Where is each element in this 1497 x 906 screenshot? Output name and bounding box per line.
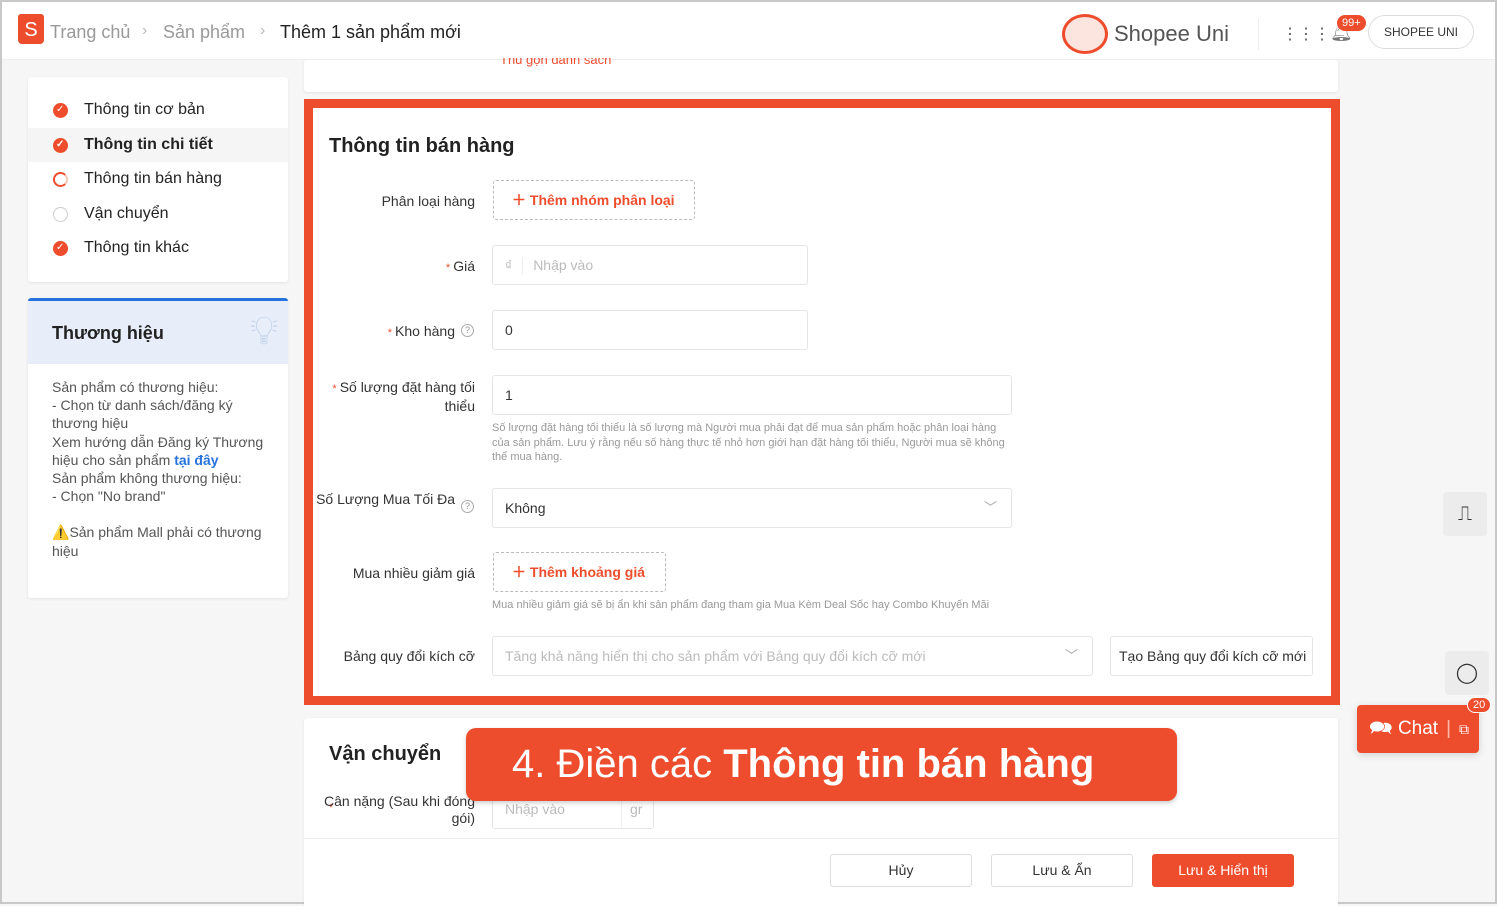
chat-label: Chat <box>1397 718 1439 739</box>
wholesale-label: Mua nhiều giảm giá <box>352 565 475 581</box>
nav-item-shipping[interactable]: Vận chuyển <box>28 197 288 231</box>
shopee-logo[interactable]: S <box>18 14 44 44</box>
variation-label: Phân loại hàng <box>381 193 475 209</box>
instruction-banner: 4. Điền các Thông tin bán hàng <box>466 728 1177 801</box>
min-order-input[interactable]: 1 <box>492 375 1012 415</box>
save-publish-button[interactable]: Lưu & Hiển thị <box>1152 854 1294 887</box>
weight-placeholder: Nhập vào <box>505 801 565 817</box>
add-variation-button[interactable]: ＋ Thêm nhóm phân loại <box>493 180 695 220</box>
nav-label: Thông tin khác <box>84 239 189 256</box>
stock-input[interactable]: 0 <box>492 310 808 350</box>
chat-button[interactable]: 🗪 Chat | ⧉ <box>1357 705 1479 753</box>
max-order-select[interactable]: Không ﹀ <box>492 488 1012 528</box>
nav-item-sales-info[interactable]: Thông tin bán hàng <box>28 162 288 196</box>
weight-label: Cân nặng (Sau khi đóng gói) <box>324 793 475 826</box>
banner-text: 4. Điền các <box>512 742 724 786</box>
banner-bold-text: Thông tin bán hàng <box>723 742 1095 786</box>
plus-icon: ＋ <box>512 192 530 208</box>
wholesale-help: Mua nhiều giảm giá sẽ bị ẩn khi sản phẩm… <box>492 599 990 611</box>
activity-icon[interactable]: ⎍ <box>1443 492 1487 536</box>
nav-item-other-info[interactable]: Thông tin khác <box>28 231 288 265</box>
tip-title: Thương hiệu <box>28 301 288 364</box>
warning-icon: ⚠️ <box>52 524 70 541</box>
button-label: Thêm nhóm phân loại <box>529 192 675 208</box>
add-price-tier-button[interactable]: ＋ Thêm khoảng giá <box>493 552 666 592</box>
breadcrumb-current: Thêm 1 sản phẩm mới <box>280 22 461 42</box>
chat-badge: 20 <box>1467 697 1492 713</box>
breadcrumb-products[interactable]: Sản phẩm <box>163 22 245 43</box>
tip-warning: Sản phẩm Mall phải có thương hiệu <box>52 524 262 559</box>
expand-icon[interactable]: ⧉ <box>1459 721 1469 737</box>
select-value: Không <box>505 500 546 516</box>
button-label: Thêm khoảng giá <box>529 564 646 580</box>
chevron-right-icon: › <box>260 22 266 39</box>
size-chart-select[interactable]: Tăng khả năng hiển thị cho sản phẩm với … <box>492 636 1093 676</box>
tip-link[interactable]: tại đây <box>174 452 218 468</box>
empty-circle-icon <box>53 207 68 222</box>
check-icon <box>53 231 68 265</box>
tip-line: Sản phẩm không thương hiệu: <box>52 470 242 487</box>
previous-section-card <box>304 60 1338 92</box>
lightbulb-icon: 💡︎ <box>250 309 278 353</box>
brand-tip-card: Thương hiệu 💡︎ Sản phẩm có thương hiệu: … <box>28 298 288 598</box>
plus-icon: ＋ <box>512 564 530 580</box>
chevron-down-icon: ﹀ <box>1064 648 1078 663</box>
nav-label: Vận chuyển <box>84 205 169 222</box>
divider <box>1258 18 1259 50</box>
chat-icon: 🗪 <box>1369 718 1398 739</box>
min-order-label: * Số lượng đặt hàng tối thiểu <box>332 379 475 414</box>
brand-name[interactable]: Shopee Uni <box>1114 21 1229 47</box>
check-icon <box>53 128 68 162</box>
section-nav: Thông tin cơ bản Thông tin chi tiết Thôn… <box>28 77 288 282</box>
currency-symbol: ₫ <box>505 257 513 273</box>
nav-label: Thông tin bán hàng <box>84 170 222 187</box>
chevron-down-icon: ﹀ <box>983 500 997 515</box>
nav-item-basic-info[interactable]: Thông tin cơ bản <box>28 93 288 127</box>
breadcrumb-home[interactable]: Trang chủ <box>50 22 130 43</box>
tip-line: Sản phẩm có thương hiệu: <box>52 379 219 395</box>
chevron-right-icon: › <box>142 22 148 39</box>
nav-label: Thông tin chi tiết <box>84 136 213 153</box>
price-label: * Giá <box>445 258 475 274</box>
help-icon[interactable]: ? <box>461 324 474 337</box>
save-hide-button[interactable]: Lưu & Ẩn <box>991 854 1133 887</box>
user-menu-button[interactable]: SHOPEE UNI <box>1368 15 1474 49</box>
notification-badge: 99+ <box>1337 15 1366 31</box>
shopee-uni-logo <box>1062 14 1108 54</box>
nav-item-detail-info[interactable]: Thông tin chi tiết <box>28 128 288 162</box>
price-placeholder: Nhập vào <box>533 257 594 273</box>
tip-line: Xem hướng dẫn Đăng ký Thương hiệu cho sả… <box>52 433 264 468</box>
min-order-help: Số lượng đặt hàng tối thiểu là số lượng … <box>492 422 1005 463</box>
check-icon <box>53 93 68 127</box>
tip-line: - Chọn "No brand" <box>52 488 166 505</box>
create-size-chart-button[interactable]: Tạo Bảng quy đổi kích cỡ mới <box>1110 636 1313 676</box>
section-title: Thông tin bán hàng <box>329 135 515 157</box>
select-placeholder: Tăng khả năng hiển thị cho sản phẩm với … <box>505 648 926 664</box>
stock-label: * Kho hàng <box>387 323 455 339</box>
tip-line: - Chọn từ danh sách/đăng ký thương hiệu <box>52 397 233 432</box>
nav-label: Thông tin cơ bản <box>84 101 205 118</box>
help-icon[interactable]: ? <box>461 500 474 513</box>
size-chart-label: Bảng quy đổi kích cỡ <box>343 648 475 664</box>
price-input[interactable]: ₫ Nhập vào <box>492 245 808 285</box>
shipping-title: Vận chuyển <box>329 743 442 765</box>
max-order-label: Số Lượng Mua Tối Đa <box>316 491 455 507</box>
headset-icon[interactable]: ◯ <box>1445 651 1489 695</box>
progress-icon <box>53 172 68 187</box>
apps-grid-icon[interactable]: ⋮⋮⋮ <box>1282 24 1330 44</box>
cancel-button[interactable]: Hủy <box>830 854 972 887</box>
